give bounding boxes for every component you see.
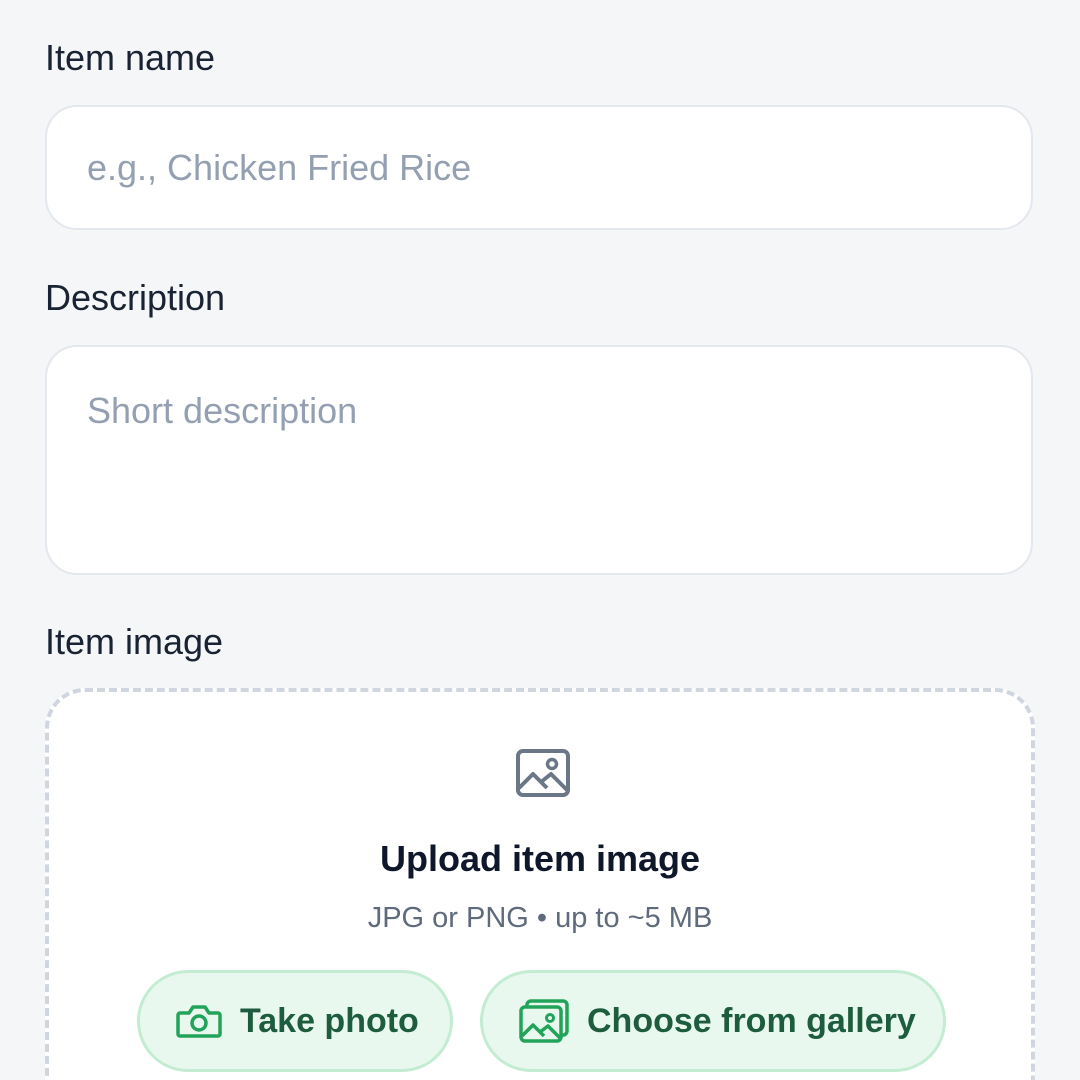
item-image-label: Item image (45, 621, 224, 662)
image-icon (516, 749, 570, 797)
description-label: Description (45, 277, 226, 318)
choose-from-gallery-label: Choose from gallery (587, 1001, 916, 1040)
take-photo-label: Take photo (240, 1001, 419, 1040)
choose-from-gallery-button[interactable]: Choose from gallery (480, 970, 946, 1072)
camera-icon (176, 1005, 222, 1038)
item-name-label: Item name (45, 37, 216, 78)
take-photo-button[interactable]: Take photo (137, 970, 453, 1072)
menu-item-form: Item name Description Item image Upload … (0, 0, 1080, 1080)
upload-title: Upload item image (379, 838, 701, 879)
upload-hint: JPG or PNG • up to ~5 MB (367, 902, 713, 934)
item-name-input[interactable] (45, 105, 1033, 230)
image-upload-dropzone[interactable]: Upload item image JPG or PNG • up to ~5 … (45, 688, 1035, 1080)
description-input[interactable] (45, 345, 1033, 575)
gallery-icon (519, 999, 569, 1043)
